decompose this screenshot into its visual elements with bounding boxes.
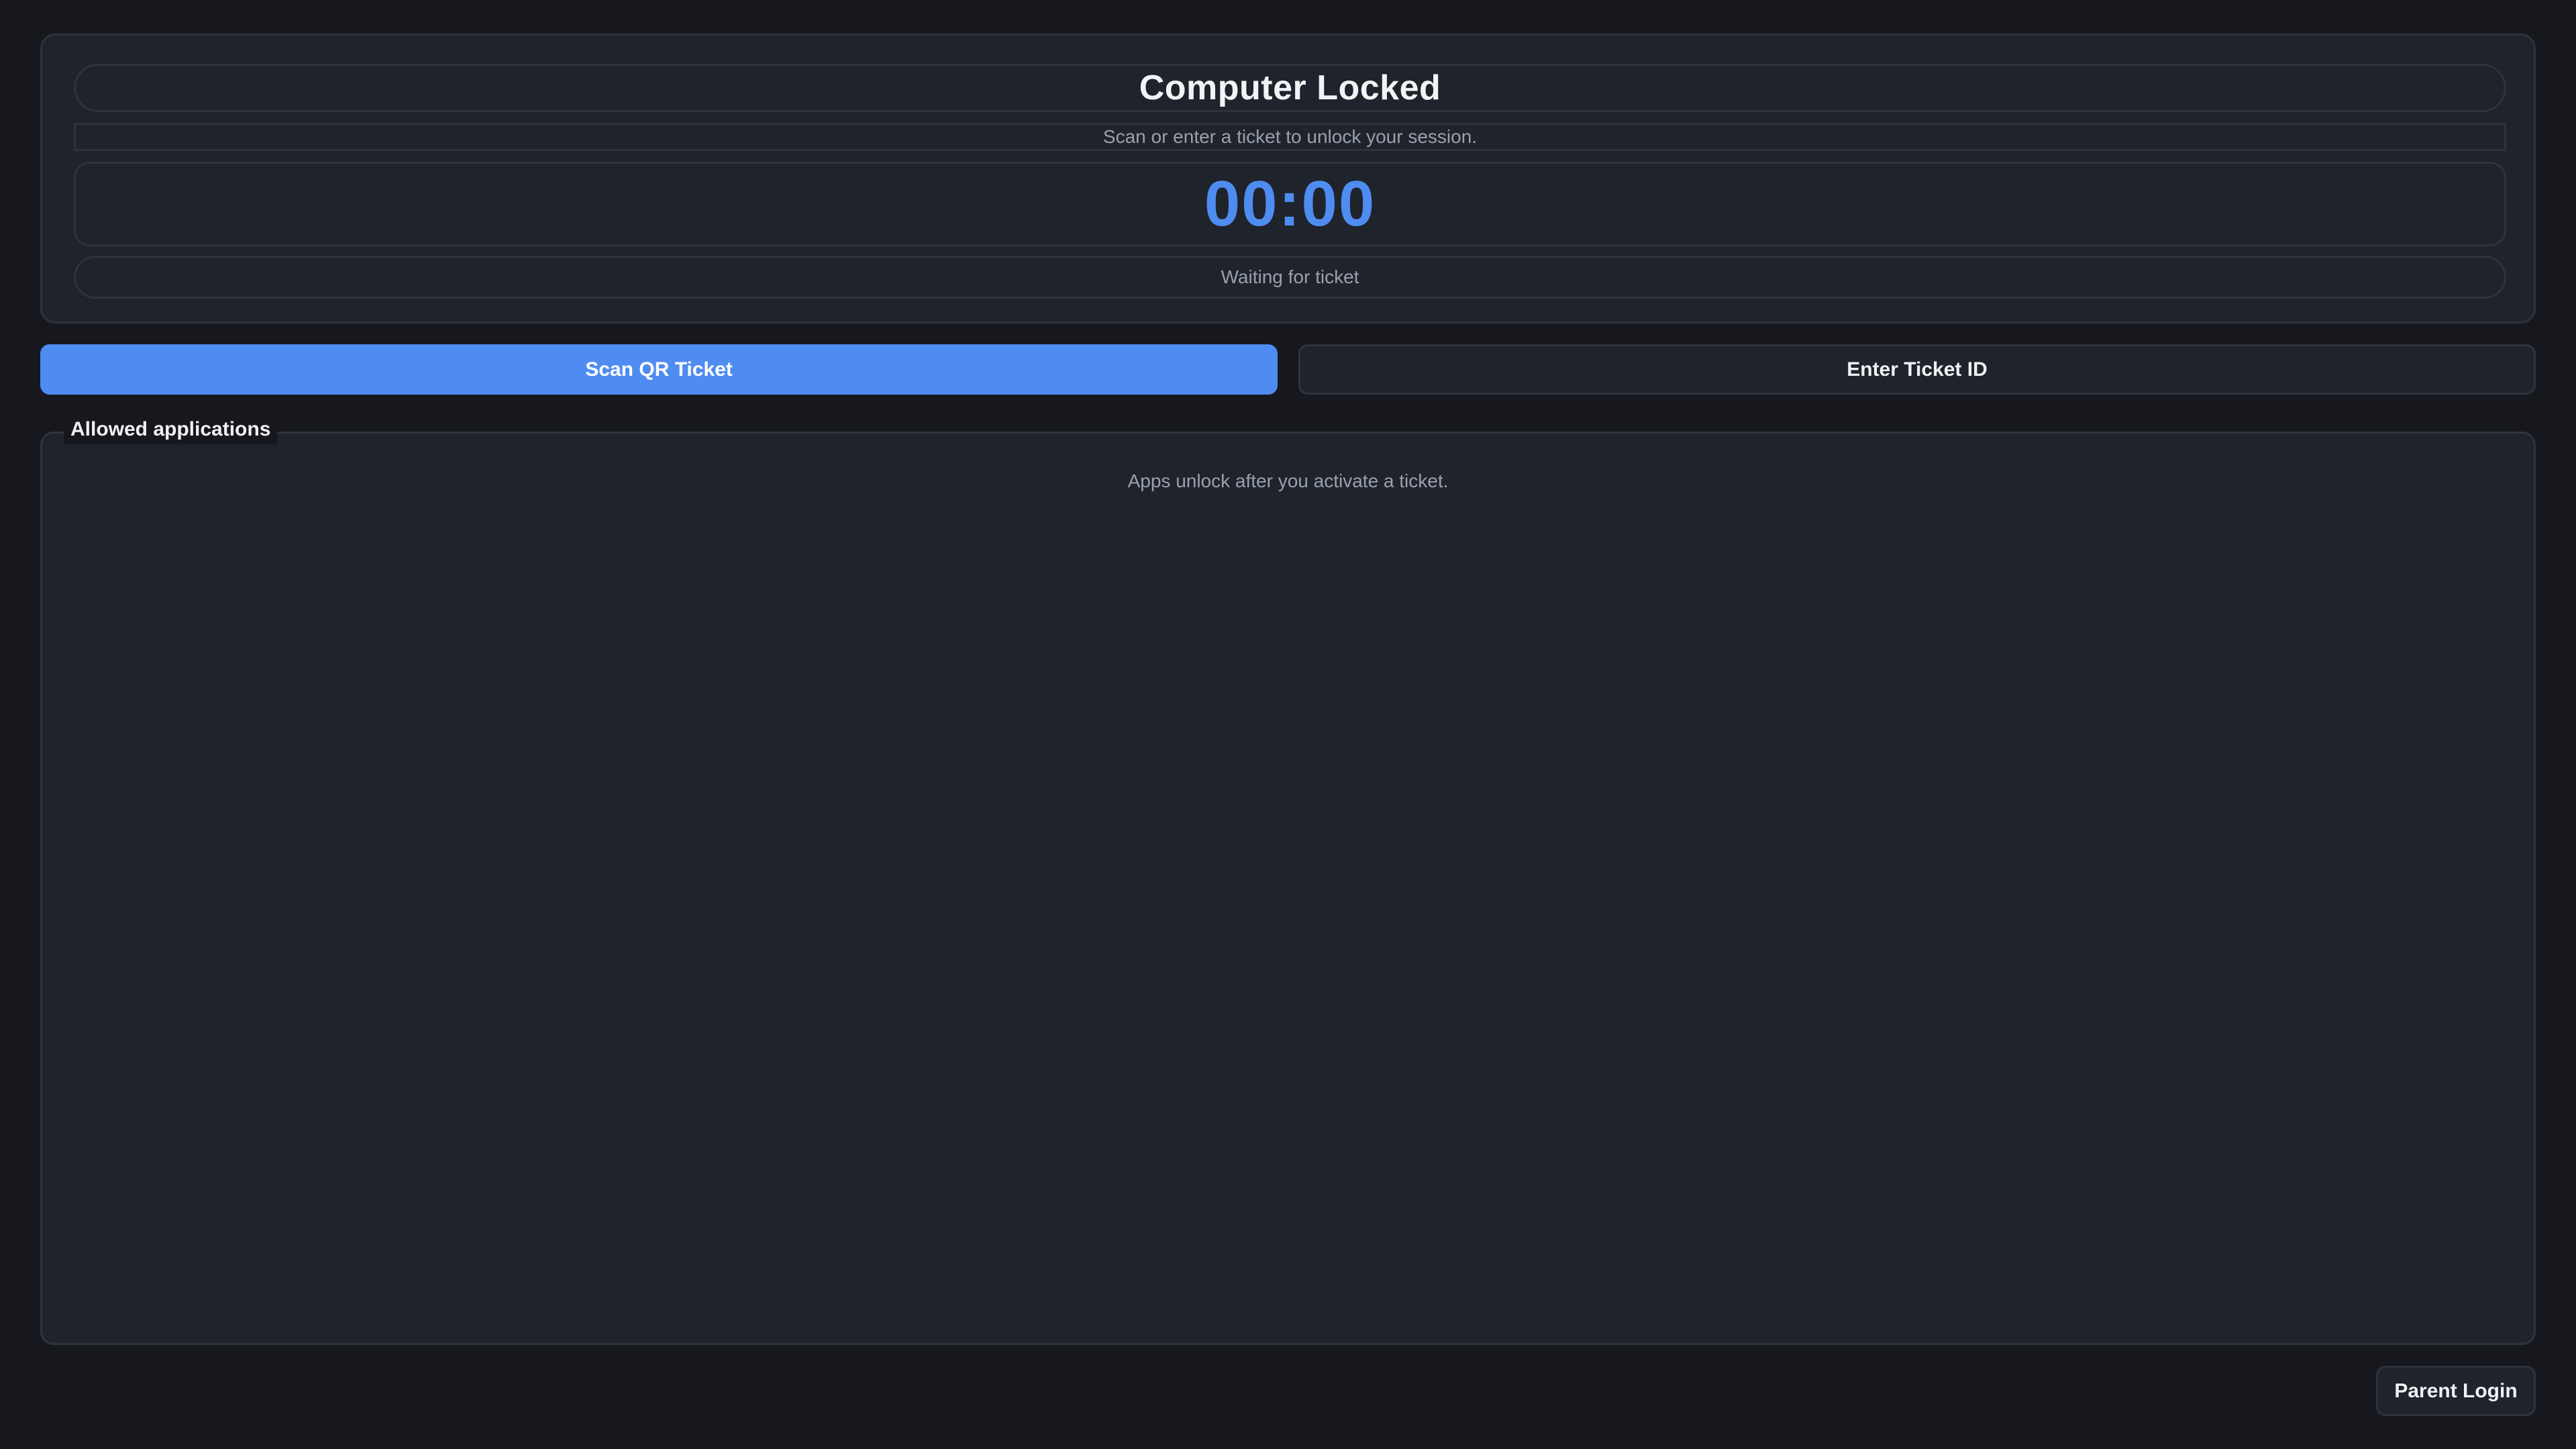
subtitle-container: Scan or enter a ticket to unlock your se… xyxy=(74,123,2506,151)
title-container: Computer Locked xyxy=(74,64,2506,112)
lock-screen: Computer Locked Scan or enter a ticket t… xyxy=(0,0,2576,1449)
scan-qr-ticket-button[interactable]: Scan QR Ticket xyxy=(40,344,1278,395)
status-container: Waiting for ticket xyxy=(74,256,2506,299)
session-timer: 00:00 xyxy=(1204,168,1376,240)
allowed-applications-panel: Apps unlock after you activate a ticket. xyxy=(40,432,2536,1345)
apps-empty-message: Apps unlock after you activate a ticket. xyxy=(1127,470,1449,491)
page-subtitle: Scan or enter a ticket to unlock your se… xyxy=(1102,126,1478,147)
timer-container: 00:00 xyxy=(74,162,2506,246)
ticket-status: Waiting for ticket xyxy=(1221,266,1359,287)
enter-ticket-id-button[interactable]: Enter Ticket ID xyxy=(1298,344,2536,395)
lock-status-card: Computer Locked Scan or enter a ticket t… xyxy=(40,34,2536,323)
page-title: Computer Locked xyxy=(1139,68,1441,107)
parent-login-button[interactable]: Parent Login xyxy=(2376,1366,2536,1416)
allowed-applications-heading: Allowed applications xyxy=(64,415,278,444)
